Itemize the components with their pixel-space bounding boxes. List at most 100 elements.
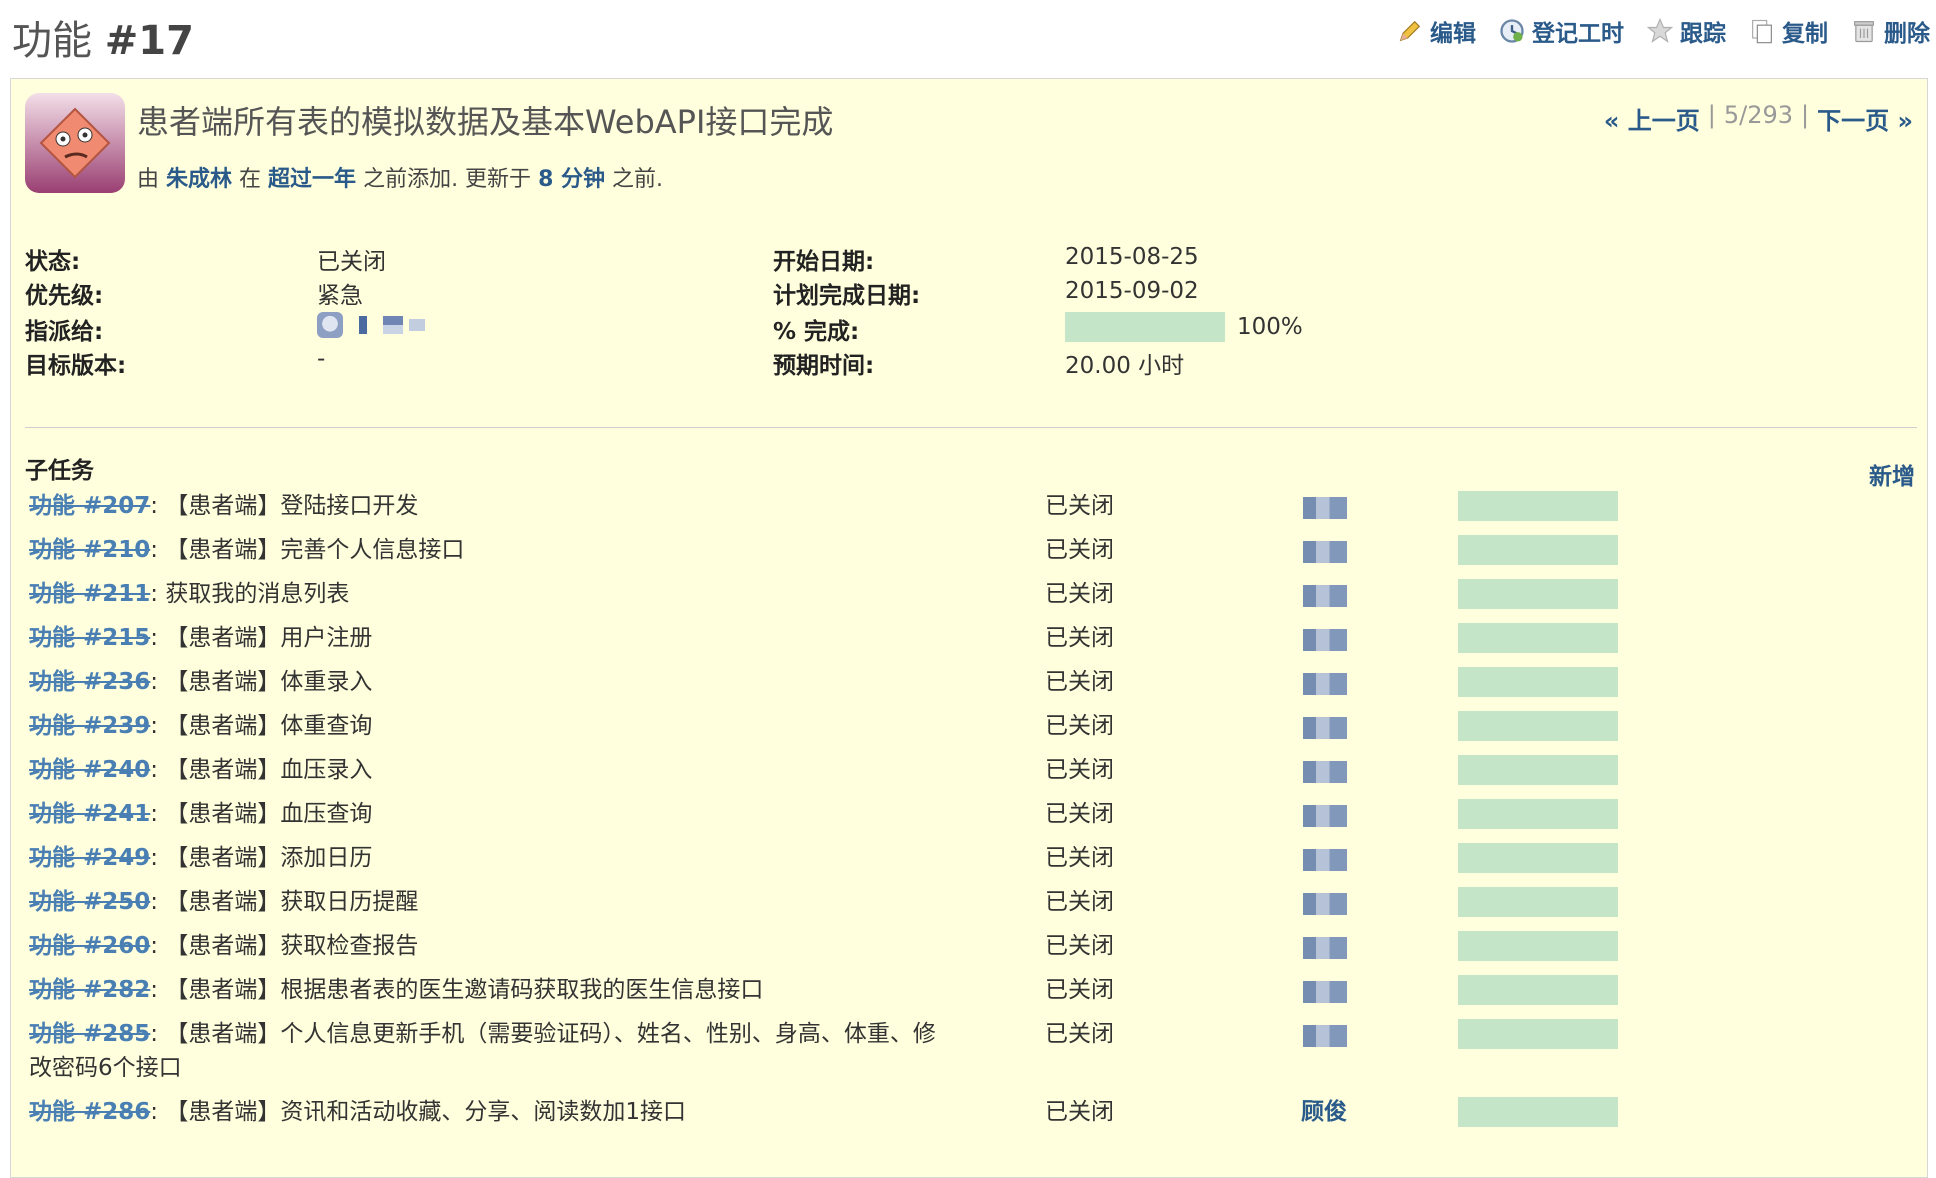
subtask-progress-bar <box>1458 579 1618 609</box>
subtask-title: 功能 #241: 【患者端】血压查询 <box>29 797 949 831</box>
done-ratio-bar <box>1065 312 1225 342</box>
copy-button[interactable]: 复制 <box>1748 14 1828 48</box>
watch-button[interactable]: 跟踪 <box>1646 14 1726 48</box>
subtask-title: 功能 #211: 获取我的消息列表 <box>29 577 949 611</box>
start-date-label: 开始日期: <box>773 249 875 275</box>
subtask-subject: : 【患者端】获取日历提醒 <box>150 889 419 915</box>
subtask-subject: : 获取我的消息列表 <box>150 581 350 607</box>
subtask-subject: : 【患者端】添加日历 <box>150 845 373 871</box>
subtask-progress-bar <box>1458 711 1618 741</box>
subtask-progress-bar <box>1458 843 1618 873</box>
subtask-subject: : 【患者端】体重查询 <box>150 713 373 739</box>
subtask-assignee-avatar[interactable] <box>1303 849 1347 871</box>
subtask-assignee-avatar[interactable] <box>1303 585 1347 607</box>
subtask-link[interactable]: 功能 #239 <box>29 713 150 739</box>
subtask-link[interactable]: 功能 #240 <box>29 757 150 783</box>
subtask-link[interactable]: 功能 #250 <box>29 889 150 915</box>
subtask-status: 已关闭 <box>1045 757 1114 783</box>
page-title: 功能 #17 <box>12 8 194 66</box>
subtask-link[interactable]: 功能 #215 <box>29 625 150 651</box>
subtask-status: 已关闭 <box>1045 581 1114 607</box>
add-subtask-link[interactable]: 新增 <box>1869 457 1915 491</box>
assignee-label: 指派给: <box>25 319 104 345</box>
subtask-assignee-avatar[interactable] <box>1303 805 1347 827</box>
subtask-assignee-avatar[interactable] <box>1303 981 1347 1003</box>
assignee-value[interactable] <box>317 305 425 345</box>
estimate-value: 20.00 小时 <box>1065 353 1185 379</box>
subtask-title: 功能 #282: 【患者端】根据患者表的医生邀请码获取我的医生信息接口 <box>29 973 949 1007</box>
subtask-title: 功能 #260: 【患者端】获取检查报告 <box>29 929 949 963</box>
status-value: 已关闭 <box>317 249 386 275</box>
priority-label: 优先级: <box>25 283 104 309</box>
subtask-progress-bar <box>1458 667 1618 697</box>
next-page-link[interactable]: 下一页 » <box>1817 101 1913 136</box>
subtask-link[interactable]: 功能 #207 <box>29 493 150 519</box>
subtask-assignee-avatar[interactable] <box>1303 1025 1347 1047</box>
subtask-link[interactable]: 功能 #286 <box>29 1099 150 1125</box>
prev-page-link[interactable]: « 上一页 <box>1604 101 1700 136</box>
subtask-assignee[interactable]: 顾俊 <box>1301 1095 1347 1129</box>
done-ratio-label: % 完成: <box>773 319 860 345</box>
edit-button[interactable]: 编辑 <box>1396 14 1476 48</box>
target-version-label: 目标版本: <box>25 353 127 379</box>
subtask-assignee-avatar[interactable] <box>1303 541 1347 563</box>
subtask-progress-bar <box>1458 491 1618 521</box>
subtask-subject: : 【患者端】登陆接口开发 <box>150 493 419 519</box>
subtask-status: 已关闭 <box>1045 801 1114 827</box>
subtask-link[interactable]: 功能 #285 <box>29 1021 150 1047</box>
delete-button[interactable]: 删除 <box>1850 14 1930 48</box>
subtask-link[interactable]: 功能 #210 <box>29 537 150 563</box>
contextual-actions: 编辑 登记工时 跟踪 复制 删除 <box>1396 14 1930 48</box>
done-ratio-value: 100% <box>1237 314 1303 340</box>
subtask-link[interactable]: 功能 #282 <box>29 977 150 1003</box>
log-time-button[interactable]: 登记工时 <box>1498 14 1624 48</box>
divider <box>25 427 1917 428</box>
subtask-progress-bar <box>1458 535 1618 565</box>
subtask-assignee-avatar[interactable] <box>1303 497 1347 519</box>
subtask-link[interactable]: 功能 #241 <box>29 801 150 827</box>
estimate-label: 预期时间: <box>773 353 875 379</box>
subtask-title: 功能 #249: 【患者端】添加日历 <box>29 841 949 875</box>
target-version-value: - <box>317 346 326 372</box>
subtask-status: 已关闭 <box>1045 669 1114 695</box>
start-date-value: 2015-08-25 <box>1065 244 1199 270</box>
subtask-subject: : 【患者端】个人信息更新手机（需要验证码）、姓名、性别、身高、体重、修改密码6… <box>29 1021 936 1081</box>
subtask-title: 功能 #240: 【患者端】血压录入 <box>29 753 949 787</box>
subtask-link[interactable]: 功能 #236 <box>29 669 150 695</box>
subtask-subject: : 【患者端】血压录入 <box>150 757 373 783</box>
subtask-title: 功能 #286: 【患者端】资讯和活动收藏、分享、阅读数加1接口 <box>29 1095 949 1129</box>
subtask-progress-bar <box>1458 755 1618 785</box>
subtask-status: 已关闭 <box>1045 537 1114 563</box>
subtask-progress-bar <box>1458 887 1618 917</box>
subtask-assignee-avatar[interactable] <box>1303 673 1347 695</box>
subtask-status: 已关闭 <box>1045 713 1114 739</box>
pencil-icon <box>1399 20 1421 42</box>
subtask-progress-bar <box>1458 799 1618 829</box>
subtask-assignee-avatar[interactable] <box>1303 761 1347 783</box>
subtask-status: 已关闭 <box>1045 625 1114 651</box>
subtask-progress-bar <box>1458 1019 1618 1049</box>
subtask-status: 已关闭 <box>1045 1021 1114 1047</box>
subtask-link[interactable]: 功能 #249 <box>29 845 150 871</box>
subtask-status: 已关闭 <box>1045 493 1114 519</box>
added-ago-link[interactable]: 超过一年 <box>268 167 356 192</box>
subtask-link[interactable]: 功能 #211 <box>29 581 150 607</box>
subtask-progress-bar <box>1458 1097 1618 1127</box>
subtask-title: 功能 #207: 【患者端】登陆接口开发 <box>29 489 949 523</box>
page-position: 5/293 <box>1723 101 1794 129</box>
issue-panel: 患者端所有表的模拟数据及基本WebAPI接口完成 由 朱成林 在 超过一年 之前… <box>10 78 1928 1178</box>
subtask-assignee-avatar[interactable] <box>1303 893 1347 915</box>
subtask-assignee-avatar[interactable] <box>1303 937 1347 959</box>
subtask-subject: : 【患者端】完善个人信息接口 <box>150 537 465 563</box>
subtask-progress-bar <box>1458 975 1618 1005</box>
subtask-subject: : 【患者端】获取检查报告 <box>150 933 419 959</box>
author-link[interactable]: 朱成林 <box>166 167 232 192</box>
subtask-link[interactable]: 功能 #260 <box>29 933 150 959</box>
subtask-title: 功能 #210: 【患者端】完善个人信息接口 <box>29 533 949 567</box>
subtask-progress-bar <box>1458 931 1618 961</box>
assignee-avatar <box>317 312 343 338</box>
updated-ago-link[interactable]: 8 分钟 <box>538 167 605 192</box>
subtask-assignee-avatar[interactable] <box>1303 629 1347 651</box>
subtask-assignee-avatar[interactable] <box>1303 717 1347 739</box>
page-title-number: #17 <box>104 18 194 64</box>
